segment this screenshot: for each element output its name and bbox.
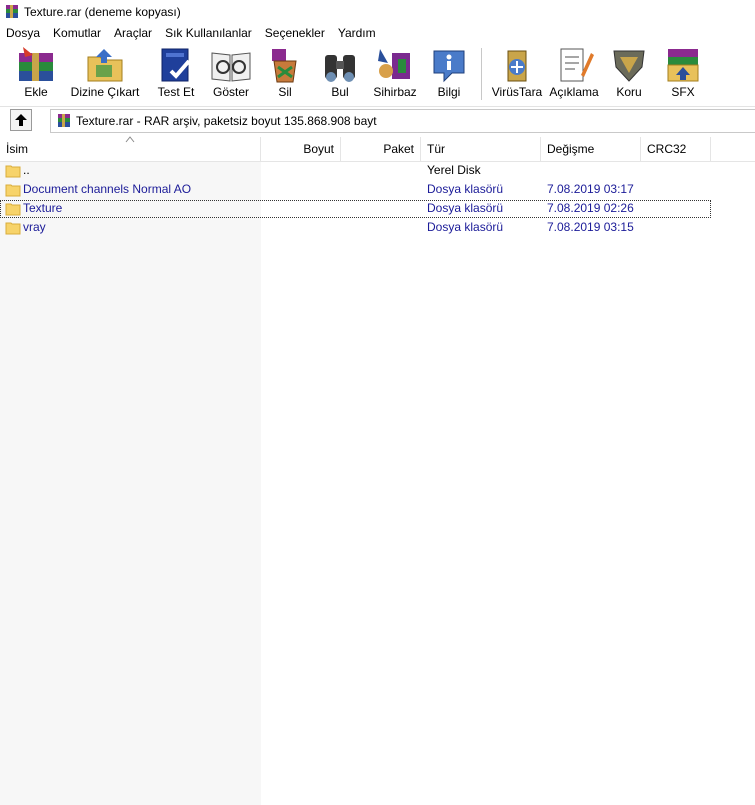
folder-icon — [5, 203, 21, 216]
column-size[interactable]: Boyut — [261, 137, 341, 161]
view-file-icon — [211, 52, 251, 82]
folder-icon — [5, 165, 21, 178]
comment-label: Açıklama — [549, 85, 599, 99]
test-label: Test Et — [157, 85, 195, 99]
delete-label: Sil — [278, 85, 292, 99]
column-name[interactable]: İsim — [0, 137, 261, 161]
address-text: Texture.rar - RAR arşiv, paketsiz boyut … — [76, 114, 377, 128]
up-arrow-icon — [15, 114, 27, 126]
menu-file[interactable]: Dosya — [0, 26, 47, 40]
file-name: vray — [23, 220, 46, 234]
delete-button[interactable]: Sil — [257, 44, 313, 104]
extract-to-button[interactable]: Dizine Çıkart — [63, 44, 147, 104]
toolbar-separator — [481, 48, 482, 100]
comment-button[interactable]: Açıklama — [544, 44, 604, 104]
sfx-icon — [667, 49, 699, 82]
menu-favorites[interactable]: Sık Kullanılanlar — [159, 26, 259, 40]
delete-icon — [272, 49, 297, 83]
column-crc32[interactable]: CRC32 — [641, 137, 711, 161]
info-button[interactable]: Bilgi — [423, 44, 475, 104]
protect-shield-icon — [613, 50, 645, 82]
folder-icon — [5, 222, 21, 235]
protect-button[interactable]: Koru — [604, 44, 654, 104]
wizard-button[interactable]: Sihirbaz — [367, 44, 423, 104]
file-modified: 7.08.2019 03:15 — [547, 220, 634, 234]
winrar-app-icon — [6, 4, 18, 18]
test-button[interactable]: Test Et — [147, 44, 205, 104]
file-type: Yerel Disk — [427, 163, 481, 177]
title-bar: Texture.rar (deneme kopyası) — [0, 0, 755, 23]
sfx-label: SFX — [671, 85, 695, 99]
address-bar: Texture.rar - RAR arşiv, paketsiz boyut … — [0, 108, 755, 133]
virus-scan-label: VirüsTara — [491, 85, 543, 99]
extract-to-folder-icon — [87, 49, 123, 82]
find-button[interactable]: Bul — [313, 44, 367, 104]
file-type: Dosya klasörü — [427, 182, 504, 196]
virus-scan-icon — [507, 50, 527, 82]
address-field[interactable]: Texture.rar - RAR arşiv, paketsiz boyut … — [50, 109, 755, 133]
add-button[interactable]: Ekle — [9, 44, 63, 104]
list-item[interactable]: vray Dosya klasörü 7.08.2019 03:15 — [0, 219, 711, 237]
menu-tools[interactable]: Araçlar — [108, 26, 159, 40]
menu-commands[interactable]: Komutlar — [47, 26, 108, 40]
menu-help[interactable]: Yardım — [332, 26, 383, 40]
list-item-parent[interactable]: .. Yerel Disk — [0, 162, 711, 180]
file-name: Document channels Normal AO — [23, 182, 192, 196]
view-button[interactable]: Göster — [205, 44, 257, 104]
file-modified: 7.08.2019 02:26 — [547, 201, 634, 215]
info-icon — [433, 50, 465, 83]
window-title: Texture.rar (deneme kopyası) — [24, 4, 181, 19]
virus-scan-button[interactable]: VirüsTara — [490, 44, 544, 104]
list-item[interactable]: Document channels Normal AO Dosya klasör… — [0, 181, 711, 199]
file-type: Dosya klasörü — [427, 201, 504, 215]
view-label: Göster — [212, 85, 249, 99]
comment-icon — [560, 48, 594, 82]
column-modified[interactable]: Değişme — [541, 137, 641, 161]
folder-icon — [5, 184, 21, 197]
up-one-level-button[interactable] — [10, 109, 32, 131]
add-label: Ekle — [24, 85, 48, 99]
sfx-button[interactable]: SFX — [654, 44, 712, 104]
rar-archive-icon — [58, 114, 70, 127]
file-name: Texture — [23, 201, 63, 215]
menu-bar: Dosya Komutlar Araçlar Sık Kullanılanlar… — [0, 23, 755, 42]
list-item[interactable]: Texture Dosya klasörü 7.08.2019 02:26 — [0, 200, 711, 218]
find-label: Bul — [331, 85, 349, 99]
wizard-icon — [378, 49, 410, 79]
extract-to-label: Dizine Çıkart — [70, 85, 140, 99]
info-label: Bilgi — [437, 85, 461, 99]
column-type[interactable]: Tür — [421, 137, 541, 161]
file-name: .. — [23, 163, 30, 177]
wizard-label: Sihirbaz — [373, 85, 417, 99]
test-archive-icon — [161, 48, 191, 82]
name-column-background — [0, 162, 261, 805]
find-binoculars-icon — [325, 55, 355, 82]
column-packed[interactable]: Paket — [341, 137, 421, 161]
menu-options[interactable]: Seçenekler — [259, 26, 332, 40]
file-type: Dosya klasörü — [427, 220, 504, 234]
add-to-archive-icon — [19, 47, 53, 81]
file-list-header: İsim Boyut Paket Tür Değişme CRC32 — [0, 136, 755, 162]
protect-label: Koru — [616, 85, 642, 99]
toolbar: Ekle Dizine Çıkart Test Et Göster Sil Bu… — [0, 44, 755, 107]
file-modified: 7.08.2019 03:17 — [547, 182, 634, 196]
